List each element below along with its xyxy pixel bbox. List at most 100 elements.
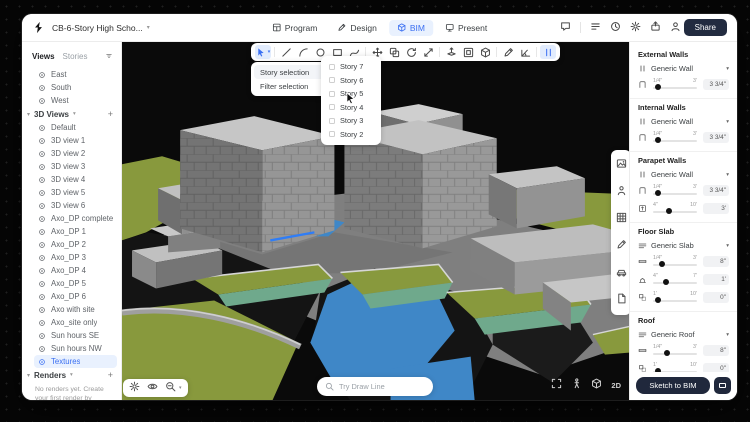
- value-field[interactable]: 3 3/4": [703, 185, 729, 196]
- slider[interactable]: 1/4"3': [651, 131, 699, 145]
- view-item[interactable]: Axo_DP 4: [34, 264, 117, 277]
- volume-tool[interactable]: [477, 45, 493, 59]
- view-item[interactable]: Default: [34, 121, 117, 134]
- slider-knob[interactable]: [655, 190, 661, 196]
- bim-panel-tool[interactable]: [540, 45, 556, 59]
- value-field[interactable]: 0": [703, 292, 729, 303]
- 2d-toggle-button[interactable]: 2D: [611, 381, 621, 390]
- view-item[interactable]: Axo_DP 6: [34, 290, 117, 303]
- visibility-button[interactable]: [147, 379, 158, 397]
- layouts-tab[interactable]: [616, 210, 627, 228]
- share-button[interactable]: Share: [684, 19, 727, 36]
- slider[interactable]: 1/4"3': [651, 184, 699, 198]
- flip-tool[interactable]: [420, 45, 436, 59]
- view-item[interactable]: 3D view 6: [34, 199, 117, 212]
- tab-views[interactable]: Views: [32, 52, 55, 61]
- checkbox[interactable]: [329, 118, 335, 124]
- value-field[interactable]: 8": [703, 256, 729, 267]
- tab-design[interactable]: Design: [329, 20, 384, 36]
- view-item[interactable]: Axo with site: [34, 303, 117, 316]
- objects-tab[interactable]: [616, 291, 627, 309]
- story-option[interactable]: Story 3: [324, 114, 378, 128]
- view-item[interactable]: Axo_DP complete: [34, 212, 117, 225]
- type-selector[interactable]: Generic Wall▾: [638, 62, 729, 75]
- outline-button[interactable]: [590, 19, 601, 37]
- value-field[interactable]: 3 3/4": [703, 132, 729, 143]
- title-caret-icon[interactable]: ▾: [147, 24, 150, 31]
- view-item[interactable]: 3D view 1: [34, 134, 117, 147]
- annotate-tab[interactable]: [616, 237, 627, 255]
- pushpull-tool[interactable]: [443, 45, 459, 59]
- slider[interactable]: 1/4"3': [651, 344, 699, 358]
- value-field[interactable]: 8": [703, 345, 729, 356]
- orbit-button[interactable]: [591, 376, 602, 394]
- measure-tool[interactable]: [517, 45, 533, 59]
- tab-stories[interactable]: Stories: [63, 52, 88, 61]
- group-header[interactable]: ▾3D Views▾+: [22, 107, 121, 121]
- slider[interactable]: 1'10': [651, 291, 699, 305]
- slider-knob[interactable]: [664, 350, 670, 356]
- view-item[interactable]: Axo_DP 5: [34, 277, 117, 290]
- checkbox[interactable]: [329, 104, 335, 110]
- view-item[interactable]: Sun hours SE: [34, 329, 117, 342]
- group-header[interactable]: ▾Renders▾+: [22, 368, 121, 382]
- slider[interactable]: 1/4"3': [651, 78, 699, 92]
- people-tab[interactable]: [616, 183, 627, 201]
- type-selector[interactable]: Generic Wall▾: [638, 115, 729, 128]
- search-input[interactable]: [339, 382, 425, 391]
- view-item[interactable]: Axo_site only: [34, 316, 117, 329]
- type-selector[interactable]: Generic Wall▾: [638, 168, 729, 181]
- view-item[interactable]: East: [34, 68, 117, 81]
- rotate-tool[interactable]: [403, 45, 419, 59]
- offset-tool[interactable]: [460, 45, 476, 59]
- slider[interactable]: 1/4"3': [651, 255, 699, 269]
- view-item[interactable]: Axo_DP 2: [34, 238, 117, 251]
- story-option[interactable]: Story 7: [324, 60, 378, 74]
- checkbox[interactable]: [329, 131, 335, 137]
- value-field[interactable]: 3 3/4": [703, 79, 729, 90]
- value-field[interactable]: 3': [703, 203, 729, 214]
- value-field[interactable]: 1': [703, 274, 729, 285]
- sketch-to-bim-button[interactable]: Sketch to BIM: [636, 377, 710, 394]
- history-button[interactable]: [610, 19, 621, 37]
- story-option[interactable]: Story 5: [324, 87, 378, 101]
- tab-present[interactable]: Present: [437, 20, 495, 36]
- checkbox[interactable]: [329, 77, 335, 83]
- view-item[interactable]: Axo_DP 1: [34, 225, 117, 238]
- tab-program[interactable]: Program: [264, 20, 326, 36]
- fit-view-button[interactable]: [551, 376, 562, 394]
- slider-knob[interactable]: [655, 137, 661, 143]
- view-item[interactable]: Textures: [34, 355, 117, 368]
- select-tool[interactable]: ▾: [255, 45, 271, 59]
- type-selector[interactable]: Generic Roof▾: [638, 328, 729, 341]
- view-item[interactable]: 3D view 5: [34, 186, 117, 199]
- view-item[interactable]: West: [34, 94, 117, 107]
- walkthrough-button[interactable]: [571, 376, 582, 394]
- view-item[interactable]: Sun hours NW: [34, 342, 117, 355]
- edit-tool[interactable]: [500, 45, 516, 59]
- slider-knob[interactable]: [663, 279, 669, 285]
- slider[interactable]: 4"7': [651, 273, 699, 287]
- zoom-button[interactable]: [165, 379, 176, 397]
- slider-knob[interactable]: [655, 297, 661, 303]
- settings-button[interactable]: [630, 19, 641, 37]
- slider[interactable]: 4"10': [651, 202, 699, 216]
- add-button[interactable]: +: [108, 370, 113, 380]
- view-item[interactable]: 3D view 3: [34, 160, 117, 173]
- checkbox[interactable]: [329, 91, 335, 97]
- type-selector[interactable]: Generic Slab▾: [638, 239, 729, 252]
- view-item[interactable]: 3D view 4: [34, 173, 117, 186]
- viewport-settings-button[interactable]: [129, 379, 140, 397]
- view-item[interactable]: Axo_DP 3: [34, 251, 117, 264]
- story-option[interactable]: Story 6: [324, 74, 378, 88]
- add-button[interactable]: +: [108, 109, 113, 119]
- view-item[interactable]: South: [34, 81, 117, 94]
- slider-knob[interactable]: [659, 261, 665, 267]
- slider-knob[interactable]: [666, 208, 672, 214]
- materials-tab[interactable]: [616, 156, 627, 174]
- checkbox[interactable]: [329, 64, 335, 70]
- arc-tool[interactable]: [295, 45, 311, 59]
- account-button[interactable]: [670, 19, 681, 37]
- story-option[interactable]: Story 2: [324, 128, 378, 142]
- copy-tool[interactable]: [386, 45, 402, 59]
